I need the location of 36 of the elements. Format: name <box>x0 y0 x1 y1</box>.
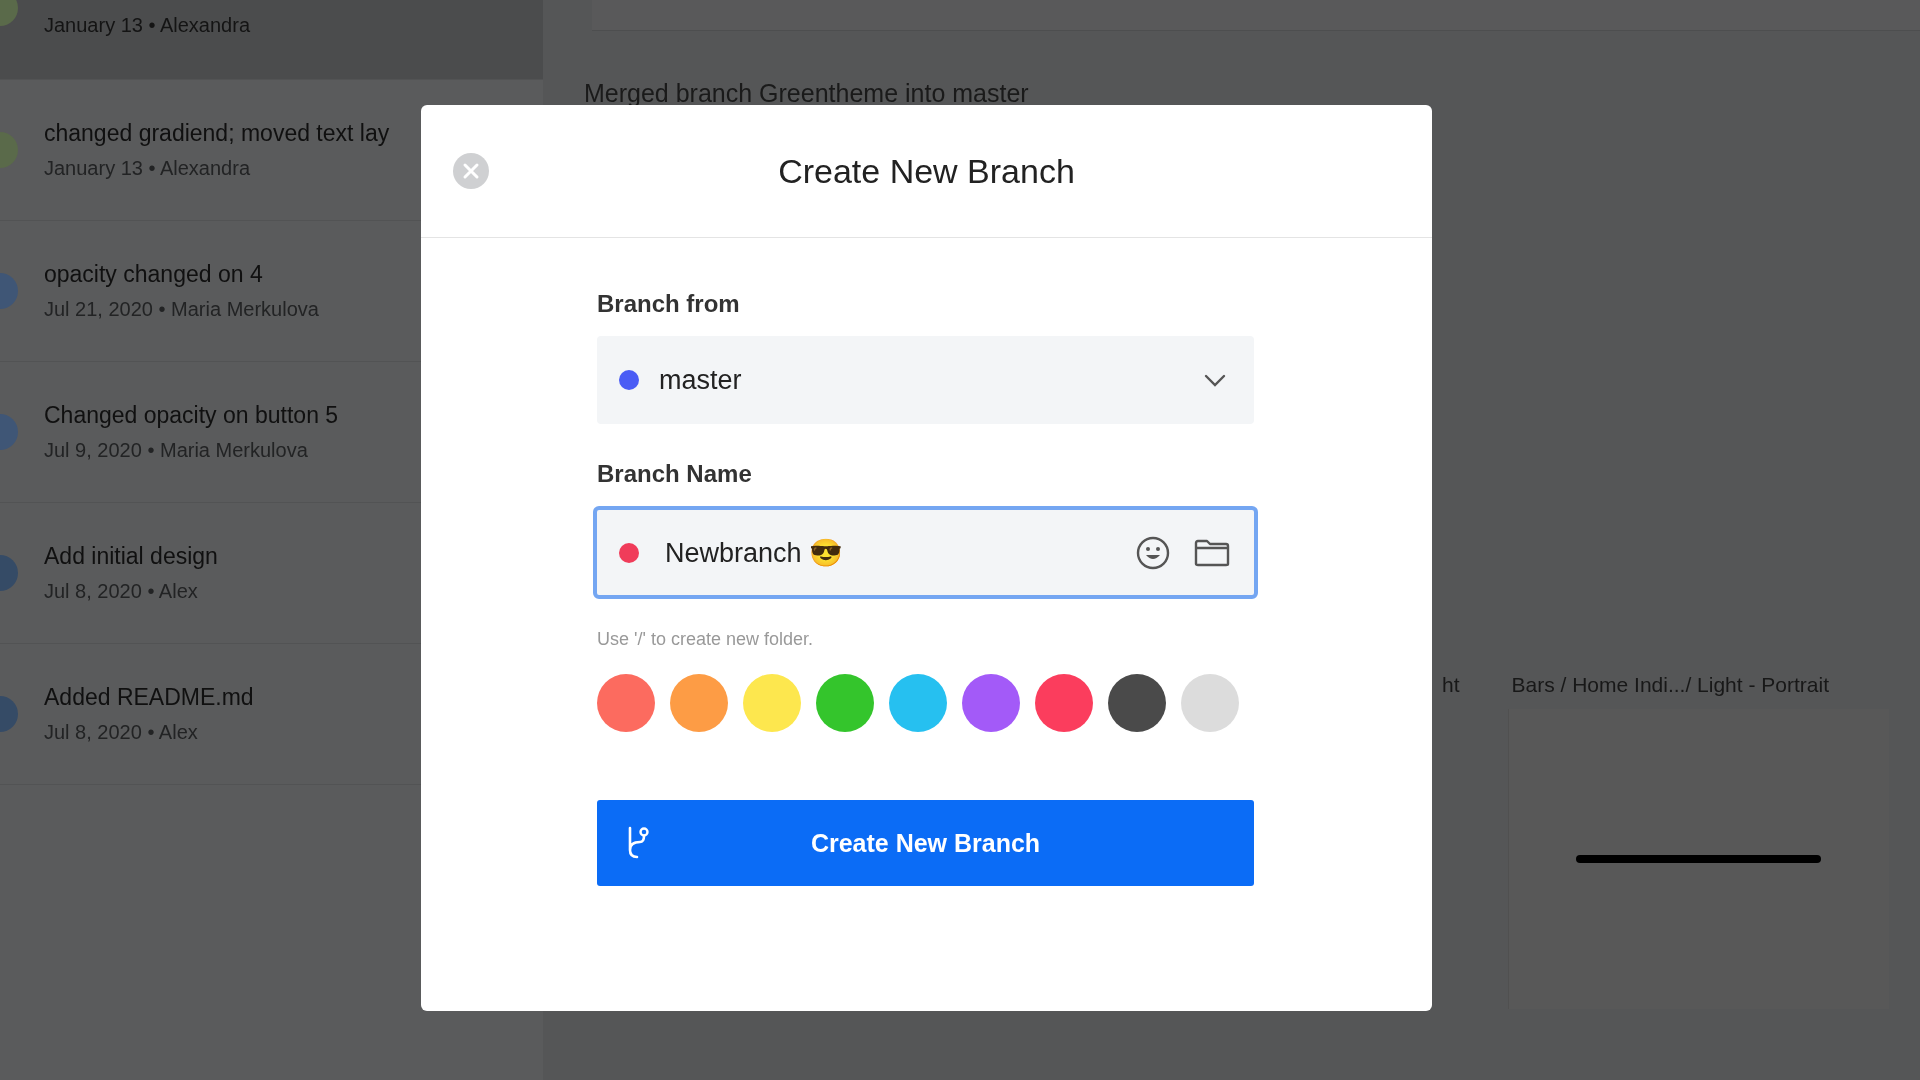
field-label: Branch from <box>597 290 741 318</box>
commit-meta: January 13 • Alexandra <box>44 157 252 180</box>
commit-row[interactable]: January 13 • Alexandra <box>0 0 543 80</box>
commit-heading: Merged branch Greentheme into master <box>584 79 1030 108</box>
color-swatch[interactable] <box>743 674 801 732</box>
field-label: Branch Name <box>597 460 753 488</box>
branch-select[interactable]: master <box>597 336 1254 424</box>
color-swatch[interactable] <box>597 674 655 732</box>
color-swatch[interactable] <box>1035 674 1093 732</box>
select-value: master <box>659 364 743 396</box>
commit-meta: Jul 8, 2020 • Alex <box>44 721 199 744</box>
dialog-title: Create New Branch <box>778 151 1075 191</box>
color-swatch[interactable] <box>1108 674 1166 732</box>
commit-title: opacity changed on 4 <box>44 261 264 288</box>
color-swatch[interactable] <box>962 674 1020 732</box>
text-input[interactable]: Newbranch 😎 <box>663 536 1112 569</box>
artboard-label: Bars / Home Indi.../ Light - Portrait <box>1511 673 1830 697</box>
folder-icon[interactable] <box>1194 538 1230 567</box>
chevron-down-icon <box>1204 373 1226 387</box>
commit-title: Add initial design <box>44 543 218 570</box>
commit-meta: January 13 • Alexandra <box>44 14 251 37</box>
commit-meta: Jul 21, 2020 • Maria Merkulova <box>44 298 319 321</box>
smiley-icon[interactable] <box>1136 535 1170 570</box>
commit-title: Changed opacity on button 5 <box>44 402 339 429</box>
commit-title: changed gradiend; moved text lay <box>44 120 390 147</box>
close-icon[interactable] <box>453 153 489 189</box>
commit-title: Added README.md <box>44 684 254 711</box>
color-swatch[interactable] <box>816 674 874 732</box>
commit-meta: Jul 9, 2020 • Maria Merkulova <box>44 439 309 462</box>
hint-text: Use '/' to create new folder. <box>597 629 814 650</box>
color-swatch[interactable] <box>670 674 728 732</box>
create-branch-button[interactable]: Create New Branch <box>597 800 1254 886</box>
artboard-label: ht <box>1442 673 1460 697</box>
color-swatch[interactable] <box>889 674 947 732</box>
commit-meta: Jul 8, 2020 • Alex <box>44 580 199 603</box>
branch-name-field[interactable]: Newbranch 😎 <box>593 506 1258 599</box>
